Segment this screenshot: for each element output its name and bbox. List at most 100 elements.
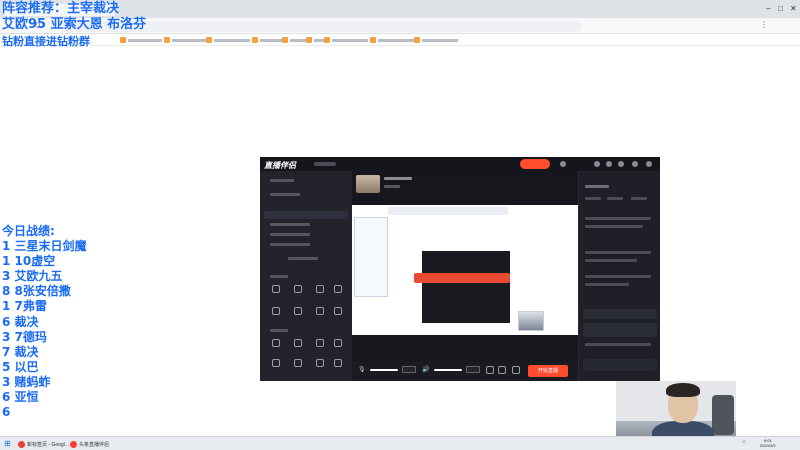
chat-input[interactable] bbox=[583, 359, 657, 371]
scene-row[interactable] bbox=[270, 223, 310, 226]
live-badge[interactable] bbox=[520, 159, 550, 169]
bookmark-item[interactable] bbox=[206, 36, 250, 44]
message-icon[interactable] bbox=[594, 161, 600, 167]
mic-volume-value[interactable] bbox=[402, 366, 416, 373]
interaction-section-title bbox=[270, 275, 288, 278]
bookmark-icon bbox=[370, 37, 376, 43]
add-source-button[interactable] bbox=[288, 257, 318, 260]
bookmark-item[interactable] bbox=[252, 36, 282, 44]
scene-panel bbox=[260, 171, 352, 381]
chat-message bbox=[585, 217, 651, 220]
speaker-icon[interactable]: 🔊 bbox=[422, 366, 429, 373]
live-preview[interactable] bbox=[352, 205, 578, 335]
preview-banner bbox=[388, 207, 508, 215]
shop-icon[interactable] bbox=[316, 307, 324, 315]
results-title: 今日战绩: bbox=[2, 224, 55, 238]
taskbar-item-streaming-app[interactable]: 头条直播伴侣 bbox=[70, 439, 109, 449]
tools-section-title bbox=[270, 329, 288, 332]
bookmark-item[interactable] bbox=[414, 36, 458, 44]
preview-webcam bbox=[518, 311, 544, 331]
app-link[interactable] bbox=[314, 162, 336, 166]
settings-icon[interactable] bbox=[560, 161, 566, 167]
today-results: 今日战绩: 1 三星末日剑魔 1 10虚空 3 艾欧九五 8 8张安倍撒 1 7… bbox=[2, 224, 87, 420]
result-item: 8 8张安倍撒 bbox=[2, 284, 71, 299]
bookmark-item[interactable] bbox=[164, 36, 206, 44]
maximize-icon[interactable]: □ bbox=[778, 4, 783, 13]
speaker-volume-slider[interactable] bbox=[434, 369, 462, 371]
preview-alert bbox=[414, 273, 510, 283]
bookmarks-bar bbox=[0, 34, 800, 46]
bookmark-icon bbox=[164, 37, 170, 43]
result-item: 3 7德玛 bbox=[2, 329, 47, 344]
player-names: 艾欧95 亚索大恩 布洛芬 bbox=[2, 17, 147, 32]
tab-gifts[interactable] bbox=[607, 197, 623, 200]
effects-icon[interactable] bbox=[316, 359, 324, 367]
taskbar-item-browser[interactable]: 新标签页 - Googl... bbox=[18, 439, 69, 449]
bookmark-item[interactable] bbox=[282, 36, 308, 44]
bookmark-item[interactable] bbox=[306, 36, 324, 44]
edit-info-link[interactable] bbox=[384, 185, 400, 188]
app-logo: 直播伴侣 bbox=[264, 161, 296, 170]
record-icon[interactable] bbox=[294, 339, 302, 347]
streamer-avatar[interactable] bbox=[356, 175, 380, 193]
task-icon[interactable] bbox=[272, 307, 280, 315]
game-icon[interactable] bbox=[334, 307, 342, 315]
more-tools-icon[interactable] bbox=[334, 339, 342, 347]
scene-row[interactable] bbox=[270, 243, 310, 246]
mic-volume-slider[interactable] bbox=[370, 369, 398, 371]
record-icon[interactable] bbox=[498, 366, 506, 374]
result-item: 6 裁决 bbox=[2, 314, 39, 329]
taskbar-item-label: 新标签页 - Googl... bbox=[27, 441, 69, 448]
taskbar: ⊞ 新标签页 - Googl... 头条直播伴侣 ⌂ 9:01 2024/3/2 bbox=[0, 436, 800, 450]
bookmark-item[interactable] bbox=[324, 36, 368, 44]
result-item: 3 艾欧九五 bbox=[2, 269, 63, 284]
bookmark-item[interactable] bbox=[120, 36, 162, 44]
music-icon[interactable] bbox=[272, 359, 280, 367]
chat-message bbox=[585, 225, 643, 228]
result-item: 1 10虚空 bbox=[2, 254, 56, 269]
close-icon[interactable] bbox=[646, 161, 652, 167]
gift-icon[interactable] bbox=[618, 161, 624, 167]
headset-icon[interactable] bbox=[606, 161, 612, 167]
chrome-icon bbox=[18, 440, 25, 448]
tab-audience[interactable] bbox=[585, 197, 601, 200]
bookmark-icon bbox=[324, 37, 330, 43]
microphone-icon[interactable]: 🎙 bbox=[358, 366, 366, 373]
scene-selector[interactable] bbox=[270, 179, 294, 182]
menu-icon[interactable]: ⋮ bbox=[760, 20, 768, 29]
system-clock[interactable]: 9:01 2024/3/2 bbox=[760, 438, 776, 448]
vote-icon[interactable] bbox=[316, 285, 324, 293]
download-icon[interactable] bbox=[334, 359, 342, 367]
taskbar-item-label: 头条直播伴侣 bbox=[79, 441, 110, 448]
minimize-icon[interactable]: – bbox=[766, 4, 770, 13]
network-icon[interactable]: ⌂ bbox=[742, 439, 746, 445]
start-live-button[interactable]: 开始直播 bbox=[528, 365, 568, 377]
scene-row-selected[interactable] bbox=[264, 211, 348, 219]
chat-message bbox=[585, 259, 637, 262]
tab-fans[interactable] bbox=[631, 197, 647, 200]
pk-icon[interactable] bbox=[272, 285, 280, 293]
scene-row[interactable] bbox=[270, 233, 310, 236]
speaker-volume-value[interactable] bbox=[466, 366, 480, 373]
lottery-icon[interactable] bbox=[334, 285, 342, 293]
bookmark-item[interactable] bbox=[370, 36, 414, 44]
data-icon[interactable] bbox=[272, 339, 280, 347]
chat-message bbox=[585, 251, 651, 254]
start-icon[interactable]: ⊞ bbox=[4, 439, 11, 448]
streaming-app-window: 直播伴侣 🎙 🔊 开始直播 bbox=[260, 157, 660, 381]
result-item: 5 以巴 bbox=[2, 359, 39, 374]
link-icon[interactable] bbox=[294, 285, 302, 293]
minimize-icon[interactable] bbox=[632, 161, 638, 167]
beauty-icon[interactable] bbox=[486, 366, 494, 374]
close-icon[interactable]: ✕ bbox=[790, 4, 797, 13]
replay-icon[interactable] bbox=[316, 339, 324, 347]
chat-message bbox=[585, 275, 651, 278]
fans-icon[interactable] bbox=[294, 307, 302, 315]
settings-icon[interactable] bbox=[512, 366, 520, 374]
lineup-recommendation: 阵容推荐：主宰裁决 bbox=[2, 1, 120, 16]
browser-tab-bar: – □ ✕ bbox=[0, 0, 800, 18]
bookmark-icon bbox=[252, 37, 258, 43]
beauty-icon[interactable] bbox=[294, 359, 302, 367]
bookmark-icon bbox=[414, 37, 420, 43]
scene-header bbox=[270, 193, 300, 196]
